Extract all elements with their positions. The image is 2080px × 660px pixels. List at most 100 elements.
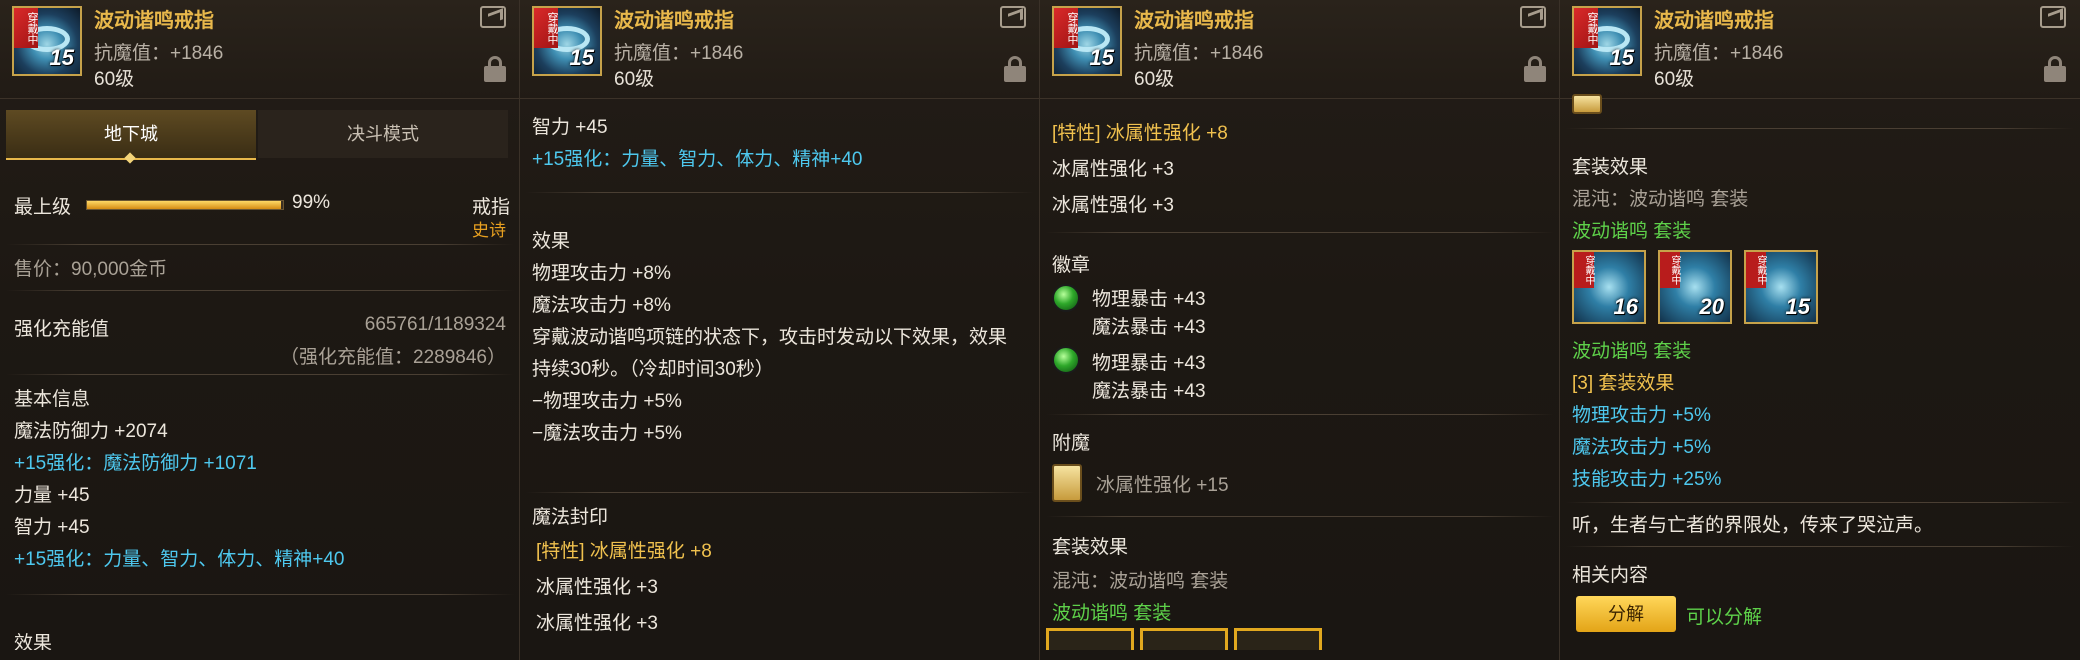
emblem-stat: 魔法暴击 +43 <box>1092 317 1206 338</box>
ring-item-icon[interactable]: 穿戴中 15 <box>1052 6 1122 76</box>
bottom-edge <box>1560 650 2080 660</box>
item-level: 60级 <box>614 69 655 90</box>
enhance-level: 15 <box>1089 45 1114 70</box>
share-icon[interactable] <box>1000 6 1026 28</box>
set-active-line: 波动谐鸣 套装 <box>1052 603 1172 624</box>
flavor-text: 听，生者与亡者的界限处，传来了哭泣声。 <box>1572 515 1934 536</box>
divider <box>1046 414 1554 415</box>
lock-icon[interactable] <box>1524 56 1546 82</box>
equipped-tag: 穿戴中 <box>14 8 38 48</box>
divider <box>1566 502 2074 503</box>
bottom-edge <box>0 650 519 660</box>
item-resistance: 抗魔值：+1846 <box>1654 43 1784 64</box>
equipped-tag: 穿戴中 <box>1660 252 1680 288</box>
set-name-line: 混沌：波动谐鸣 套装 <box>1052 571 1229 592</box>
set-item-icon[interactable]: 穿戴中 16 <box>1572 250 1646 324</box>
enchant-title: 附魔 <box>1052 433 1091 454</box>
grade-bar-fill <box>87 201 282 209</box>
magic-seal-title: 魔法封印 <box>532 507 609 528</box>
share-icon[interactable] <box>1520 6 1546 28</box>
stat-line: +15强化：魔法防御力 +1071 <box>14 453 257 474</box>
divider <box>6 374 514 375</box>
bottom-edge <box>520 650 1039 660</box>
item-header: 穿戴中 15 波动谐鸣戒指 抗魔值：+1846 60级 <box>1040 0 1559 99</box>
effect-line: −魔法攻击力 +5% <box>532 423 682 444</box>
effect-line: 穿戴波动谐鸣项链的状态下，攻击时发动以下效果，效果 <box>532 327 1008 348</box>
emblem-gem-icon[interactable] <box>1052 284 1080 312</box>
set-active-line: 波动谐鸣 套装 <box>1572 341 1692 362</box>
charge-sub: （强化充能值：2289846） <box>280 347 506 368</box>
seal-line: [特性] 冰属性强化 +8 <box>1052 123 1228 144</box>
ring-item-icon[interactable]: 穿戴中 15 <box>12 6 82 76</box>
bottom-edge <box>1040 650 1559 660</box>
emblem-gem-icon[interactable] <box>1052 346 1080 374</box>
seal-line: 冰属性强化 +3 <box>536 613 658 634</box>
charge-value: 665761/1189324 <box>364 314 506 335</box>
emblem-stat: 物理暴击 +43 <box>1092 289 1206 310</box>
seal-line: [特性] 冰属性强化 +8 <box>536 541 712 562</box>
seal-line: 冰属性强化 +3 <box>536 577 658 598</box>
grade-label: 最上级 <box>14 197 72 218</box>
item-resistance: 抗魔值：+1846 <box>614 43 744 64</box>
seal-line: 冰属性强化 +3 <box>1052 195 1174 216</box>
stat-line: +15强化：力量、智力、体力、精神+40 <box>532 149 863 170</box>
tab-pvp[interactable]: 决斗模式 <box>258 110 508 158</box>
effect-line: 持续30秒。（冷却时间30秒） <box>532 359 774 380</box>
equipped-tag: 穿戴中 <box>1746 252 1766 288</box>
set-effect-title: 套装效果 <box>1052 537 1129 558</box>
effect-line: −物理攻击力 +5% <box>532 391 682 412</box>
set-bonus-title: [3] 套装效果 <box>1572 373 1675 394</box>
share-icon[interactable] <box>2040 6 2066 28</box>
ring-item-icon[interactable]: 穿戴中 15 <box>532 6 602 76</box>
set-name-line: 混沌：波动谐鸣 套装 <box>1572 189 1749 210</box>
item-level: 60级 <box>1654 69 1695 90</box>
set-item-level: 16 <box>1613 294 1638 319</box>
set-bonus-line: 技能攻击力 +25% <box>1572 469 1722 490</box>
item-level: 60级 <box>94 69 135 90</box>
sell-price: 售价：90,000金币 <box>14 259 168 280</box>
basic-info-title: 基本信息 <box>14 389 91 410</box>
item-header: 穿戴中 15 波动谐鸣戒指 抗魔值：+1846 60级 <box>1560 0 2080 99</box>
item-header: 穿戴中 15 波动谐鸣戒指 抗魔值：+1846 60级 <box>520 0 1039 99</box>
emblem-title: 徽章 <box>1052 255 1091 276</box>
tooltip-panel-1: 穿戴中 15 波动谐鸣戒指 抗魔值：+1846 60级 地下城 决斗模式 最上级… <box>0 0 520 660</box>
set-item-icon[interactable]: 穿戴中 20 <box>1658 250 1732 324</box>
disassemble-button[interactable]: 分解 <box>1576 596 1676 632</box>
divider <box>1566 128 2074 129</box>
item-resistance: 抗魔值：+1846 <box>94 43 224 64</box>
effect-line: 物理攻击力 +8% <box>532 263 671 284</box>
divider <box>1046 232 1554 233</box>
item-resistance: 抗魔值：+1846 <box>1134 43 1264 64</box>
share-icon[interactable] <box>480 6 506 28</box>
set-item-icon[interactable]: 穿戴中 15 <box>1744 250 1818 324</box>
divider <box>1566 546 2074 547</box>
stat-line: 魔法防御力 +2074 <box>14 421 168 442</box>
charge-label: 强化充能值 <box>14 319 110 340</box>
divider <box>526 192 1034 193</box>
lock-icon[interactable] <box>2044 56 2066 82</box>
enchant-line: 冰属性强化 +15 <box>1096 475 1229 496</box>
set-active-line: 波动谐鸣 套装 <box>1572 221 1692 242</box>
divider <box>6 594 514 595</box>
equipped-tag: 穿戴中 <box>1054 8 1078 48</box>
ring-item-icon[interactable]: 穿戴中 15 <box>1572 6 1642 76</box>
stat-line: +15强化：力量、智力、体力、精神+40 <box>14 549 345 570</box>
item-name: 波动谐鸣戒指 <box>1654 10 1774 32</box>
item-level: 60级 <box>1134 69 1175 90</box>
enchant-card-icon <box>1572 94 1602 114</box>
item-name: 波动谐鸣戒指 <box>94 10 214 32</box>
item-name: 波动谐鸣戒指 <box>614 10 734 32</box>
tooltip-panel-2: 穿戴中 15 波动谐鸣戒指 抗魔值：+1846 60级 智力 +45 +15强化… <box>520 0 1040 660</box>
stat-line: 智力 +45 <box>532 117 608 138</box>
item-header: 穿戴中 15 波动谐鸣戒指 抗魔值：+1846 60级 <box>0 0 519 99</box>
divider <box>6 244 514 245</box>
equipped-tag: 穿戴中 <box>1574 8 1598 48</box>
lock-icon[interactable] <box>484 56 506 82</box>
item-type: 戒指 <box>472 197 511 218</box>
effect-title: 效果 <box>532 231 571 252</box>
enhance-level: 15 <box>569 45 594 70</box>
lock-icon[interactable] <box>1004 56 1026 82</box>
enchant-card-icon[interactable] <box>1052 464 1082 502</box>
emblem-stat: 物理暴击 +43 <box>1092 353 1206 374</box>
enhance-level: 15 <box>1609 45 1634 70</box>
